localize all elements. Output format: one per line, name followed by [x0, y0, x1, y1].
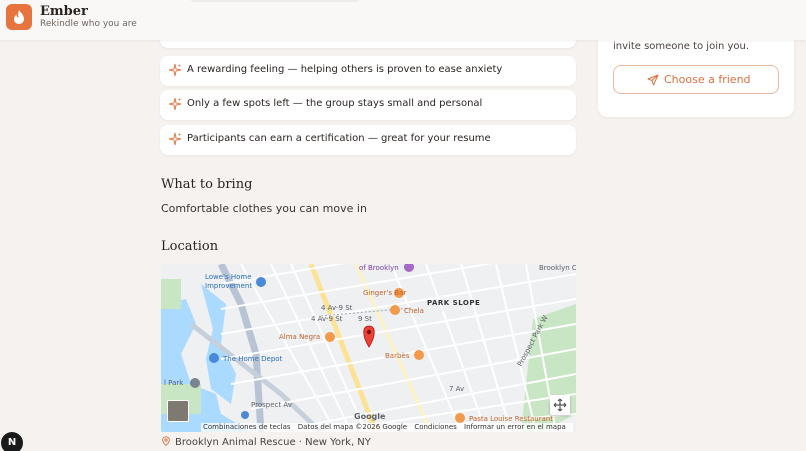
fullscreen-button[interactable]: [550, 395, 570, 415]
map-label: Brooklyn C: [539, 264, 576, 272]
map-label: Prospect Av: [251, 401, 292, 409]
perk-text: A rewarding feeling — helping others is …: [187, 64, 503, 75]
location-heading: Location: [161, 239, 219, 254]
map-label: 4 Av-9 St: [321, 304, 353, 312]
location-map[interactable]: of Brooklyn Brooklyn C Lowe's Home Impro…: [161, 264, 576, 432]
map-label: Ginger's Bar: [363, 289, 407, 297]
what-to-bring-heading: What to bring: [161, 177, 253, 192]
google-logo: Google: [354, 412, 386, 421]
logo[interactable]: [6, 4, 32, 30]
sparkle-icon: [168, 63, 182, 77]
scrolled-content-fragment: [190, 0, 360, 2]
map-label: l Park: [164, 379, 184, 387]
flame-icon: [14, 10, 24, 24]
map-label: Alma Negra: [279, 333, 321, 341]
map-label: Lowe's Home: [205, 273, 252, 281]
perk-item: Only a few spots left — the group stays …: [160, 90, 576, 120]
perk-item: A rewarding feeling — helping others is …: [160, 56, 576, 86]
map-label: Pasta Louise Restaurant: [469, 415, 554, 423]
map-label: Improvement: [205, 282, 253, 290]
perk-item: Participants can earn a certification — …: [160, 125, 576, 155]
fullscreen-icon: [553, 398, 567, 412]
map-label: 4 Av-9 St: [311, 315, 343, 323]
map-footer: Combinaciones de teclas Datos del mapa ©…: [201, 423, 573, 432]
top-header: Ember Rekindle who you are: [0, 0, 806, 40]
map-label: The Home Depot: [223, 355, 283, 363]
invite-text: invite someone to join you.: [613, 41, 750, 52]
terms-link[interactable]: Condiciones: [414, 423, 456, 431]
map-pin-icon: [162, 436, 170, 446]
brand-tagline: Rekindle who you are: [40, 19, 137, 29]
choose-friend-button[interactable]: Choose a friend: [613, 65, 779, 94]
report-error-link[interactable]: Informar un error en el mapa: [464, 423, 566, 431]
perk-text: Only a few spots left — the group stays …: [187, 98, 483, 109]
location-text: Brooklyn Animal Rescue · New York, NY: [175, 437, 371, 448]
sparkle-icon: [168, 132, 182, 146]
sparkle-icon: [168, 97, 182, 111]
map-data-credit: Datos del mapa ©2026 Google: [297, 423, 408, 431]
dev-tools-badge[interactable]: N: [1, 432, 23, 451]
keyboard-shortcuts-link[interactable]: Combinaciones de teclas: [203, 423, 291, 431]
map-label: Chela: [404, 307, 424, 315]
perk-text: Participants can earn a certification — …: [187, 133, 491, 144]
map-label: 9 St: [358, 315, 372, 323]
map-label: 7 Av: [449, 385, 465, 393]
send-icon: [647, 74, 659, 86]
what-to-bring-text: Comfortable clothes you can move in: [161, 202, 367, 215]
choose-friend-label: Choose a friend: [664, 73, 751, 86]
location-address: Brooklyn Animal Rescue · New York, NY: [161, 436, 371, 448]
satellite-toggle[interactable]: [167, 400, 189, 422]
map-label: Barbès: [385, 352, 410, 360]
map-label: PARK SLOPE: [427, 299, 481, 307]
brand-name[interactable]: Ember: [40, 4, 88, 19]
map-label: of Brooklyn: [359, 264, 399, 272]
